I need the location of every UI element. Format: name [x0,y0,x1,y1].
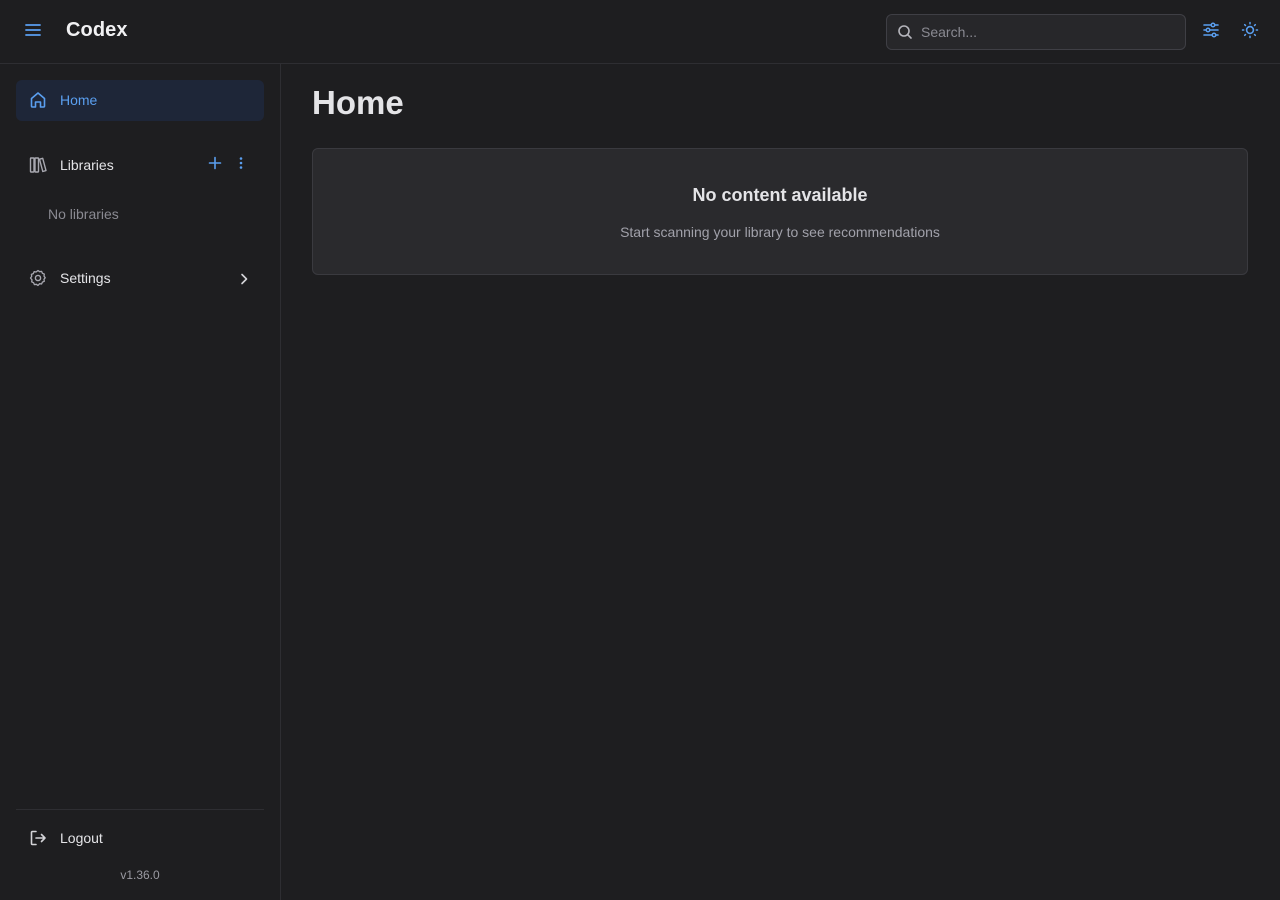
more-vertical-icon [234,156,248,175]
sidebar-item-libraries[interactable]: Libraries [60,157,114,173]
logout-label: Logout [60,830,103,846]
version-text: v1.36.0 [120,868,160,882]
add-library-button[interactable] [204,154,226,176]
sliders-icon [1202,21,1220,44]
search-input[interactable] [921,15,1179,49]
sidebar-section-libraries: Libraries [16,145,264,185]
plus-icon [208,156,222,175]
theme-toggle-button[interactable] [1235,17,1265,47]
menu-toggle-button[interactable] [16,15,50,49]
sun-icon [1241,21,1259,44]
logout-button[interactable]: Logout [16,818,264,858]
home-icon [28,90,48,110]
library-icon [28,155,48,175]
sidebar-item-label: Home [60,92,98,108]
empty-state-card: No content available Start scanning your… [312,148,1248,275]
app-title: Codex [66,19,128,41]
menu-icon [24,21,42,44]
search-box[interactable] [886,14,1186,50]
chevron-right-icon [236,271,252,287]
page-title: Home [312,84,404,121]
empty-state-subtitle: Start scanning your library to see recom… [620,224,940,240]
filter-settings-button[interactable] [1196,17,1226,47]
sidebar-item-label: Settings [60,270,111,286]
logout-icon [28,828,48,848]
no-libraries-text: No libraries [48,206,119,222]
libraries-more-button[interactable] [230,154,252,176]
gear-icon [28,268,48,288]
sidebar-item-home[interactable]: Home [16,80,264,121]
sidebar-divider [16,809,264,810]
empty-state-title: No content available [692,185,868,205]
search-icon [897,24,913,40]
top-bar: Codex [0,0,1280,64]
sidebar-item-settings[interactable]: Settings [16,258,264,298]
sidebar: Home Libraries No libraries Settings Log… [0,64,281,900]
